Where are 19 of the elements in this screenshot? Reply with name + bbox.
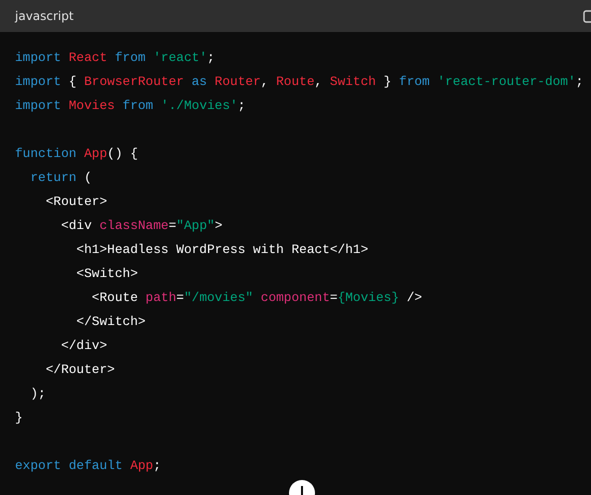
code-line: <div className="App"> [60, 217, 222, 235]
code-line: import React from 'react'; [15, 49, 215, 67]
code-line: <Route path="/movies" component={Movies} /> [90, 289, 422, 307]
code-line: <h1>Headless WordPress with React</h1> [75, 241, 368, 259]
code-line: ); [29, 385, 46, 403]
code-line: function App() { [15, 145, 138, 163]
code-line: export default App; [15, 457, 161, 475]
code-line: import Movies from './Movies'; [15, 97, 246, 115]
code-line: } [15, 409, 23, 427]
code-line: <Switch> [75, 265, 138, 283]
code-line: </Router> [44, 361, 115, 379]
code-line: <Router> [44, 193, 108, 211]
code-line: </div> [60, 337, 108, 355]
copy-icon[interactable] [583, 9, 591, 23]
code-line: </Switch> [75, 313, 146, 331]
language-label: javascript [15, 9, 74, 23]
code-line: import { BrowserRouter as Router, Route, Switch } from 'react-router-dom'; [15, 73, 584, 91]
scroll-down-button[interactable] [288, 479, 316, 495]
code-line: return ( [29, 169, 92, 187]
